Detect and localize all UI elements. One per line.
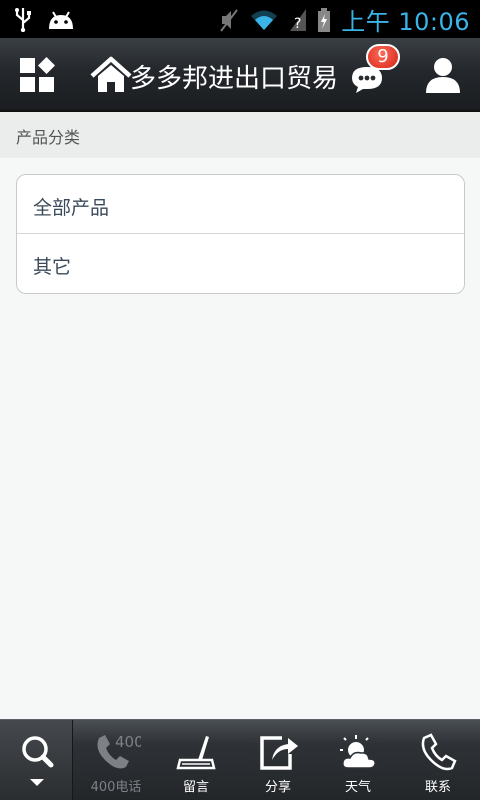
leave-message-label: 留言 [182,780,209,795]
category-item-other[interactable]: 其它 [17,234,464,293]
share-button[interactable]: 分享 [238,720,318,800]
share-label: 分享 [264,780,291,795]
status-bar: ? 上午 10:06 [0,0,480,38]
category-label: 全部产品 [33,197,110,219]
section-header: 产品分类 [0,112,480,158]
svg-text:?: ? [294,16,301,32]
weather-icon [340,735,376,769]
bottom-toolbar: 400 400电话 留言 分享 天气 联系 [0,719,480,800]
section-title: 产品分类 [16,128,81,147]
svg-text:400: 400 [115,733,141,751]
search-icon [22,736,54,786]
category-item-all-products[interactable]: 全部产品 [17,175,464,234]
weather-label: 天气 [344,780,371,795]
message-count-badge: 9 [366,44,400,70]
apps-grid-icon[interactable] [18,56,56,94]
phone-400-icon: 400 [97,733,141,769]
contact-button[interactable]: 联系 [398,720,478,800]
search-button[interactable] [0,720,73,800]
no-signal-icon: ? [290,8,307,32]
leave-message-button[interactable]: 留言 [156,720,236,800]
pen-icon [176,736,216,770]
user-icon[interactable] [424,56,462,94]
phone-icon [421,733,457,771]
wifi-icon [251,10,278,30]
page-title: 多多邦进出口贸易 [130,64,339,94]
contact-label: 联系 [424,780,451,795]
category-list: 全部产品 其它 [16,174,465,294]
status-time: 上午 10:06 [341,8,470,36]
usb-icon [15,8,31,32]
call-400-button[interactable]: 400 400电话 [76,720,156,800]
weather-button[interactable]: 天气 [318,720,398,800]
share-icon [260,736,298,770]
battery-charging-icon [318,7,331,32]
home-icon[interactable] [90,56,132,94]
title-bar: 多多邦进出口贸易 9 [0,38,480,112]
category-label: 其它 [33,256,72,278]
call-400-label: 400电话 [90,780,142,795]
android-debug-icon [49,11,73,29]
mute-icon [220,8,238,32]
